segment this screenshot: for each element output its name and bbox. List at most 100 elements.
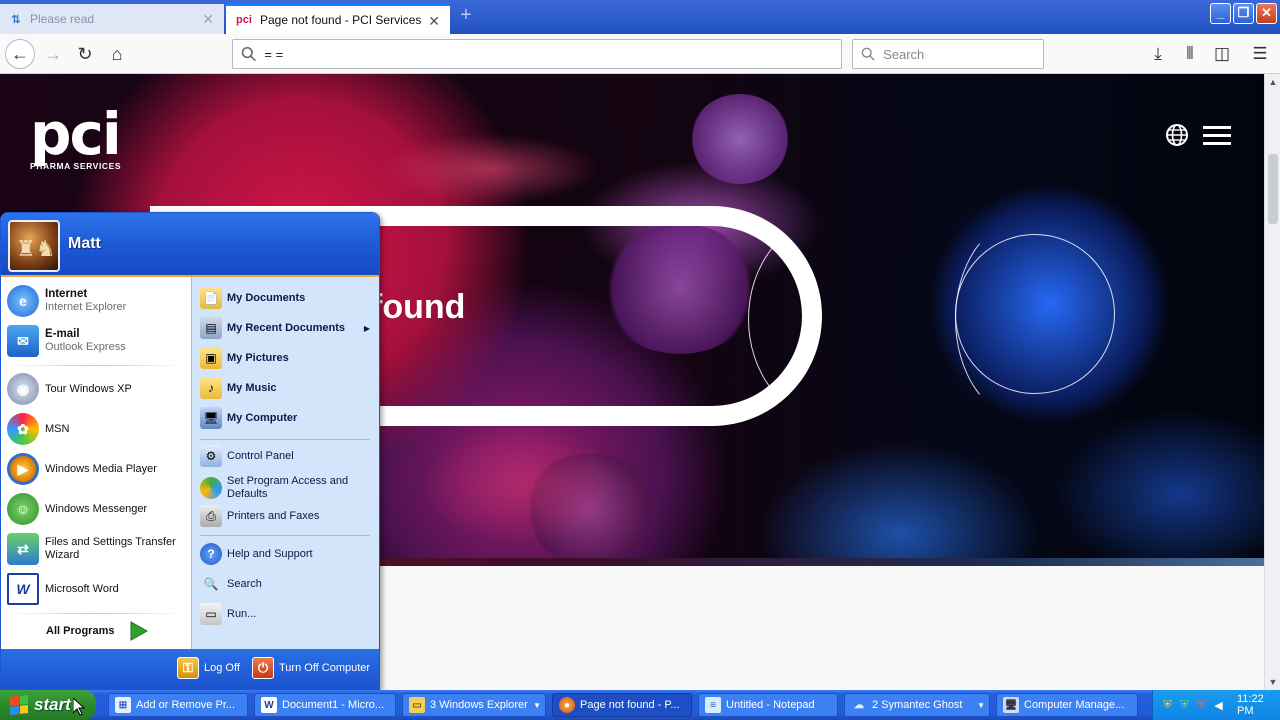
hero-shape (380, 134, 600, 204)
item-label: Search (227, 577, 262, 590)
menu-separator (9, 365, 185, 366)
folder-icon: 📄 (200, 287, 222, 309)
media-player-icon: ▶ (7, 453, 39, 485)
transfer-wizard-icon: ⇄ (7, 533, 39, 565)
start-menu: Matt e InternetInternet Explorer ✉ E-mai… (0, 212, 380, 690)
search-bar[interactable] (852, 39, 1044, 69)
start-menu-footer: ⚿ Log Off ⏻ Turn Off Computer (1, 649, 379, 689)
menu-separator (200, 439, 370, 440)
place-recent-documents[interactable]: ▤ My Recent Documents ▶ (200, 317, 378, 339)
scrollbar-thumb[interactable] (1268, 154, 1278, 224)
task-notepad[interactable]: ≡ Untitled - Notepad (698, 693, 838, 717)
run-item[interactable]: ▭ Run... (200, 603, 378, 625)
close-tab-icon[interactable]: ✕ (202, 11, 214, 28)
task-label: Document1 - Micro... (282, 699, 385, 711)
scroll-up-icon[interactable]: ▲ (1265, 74, 1280, 90)
reload-button[interactable]: ↻ (70, 39, 100, 69)
explorer-folder-icon: ▭ (409, 697, 425, 713)
pinned-email[interactable]: ✉ E-mail Outlook Express (7, 325, 189, 357)
menu-icon[interactable]: ☰ (1246, 39, 1274, 69)
place-my-documents[interactable]: 📄 My Documents (200, 287, 378, 309)
log-off-button[interactable]: ⚿ Log Off (177, 657, 240, 679)
item-label: My Computer (227, 411, 298, 424)
all-programs-button[interactable]: All Programs (46, 621, 186, 641)
recent-media-player[interactable]: ▶ Windows Media Player (7, 453, 189, 485)
submenu-arrow-icon: ▶ (363, 323, 370, 333)
new-tab-button[interactable]: + (456, 5, 476, 26)
recent-msn[interactable]: ✿ MSN (7, 413, 189, 445)
task-computer-management[interactable]: 🖥 Computer Manage... (996, 693, 1138, 717)
pinned-internet[interactable]: e Internet Internet Explorer (7, 285, 189, 317)
forward-button[interactable]: → (38, 39, 68, 69)
item-label: Help and Support (227, 547, 313, 560)
item-sublabel: Outlook Express (45, 341, 126, 353)
sidebar-icon[interactable]: ◫ (1208, 39, 1236, 69)
scroll-down-icon[interactable]: ▼ (1265, 674, 1280, 690)
messenger-icon: ☺ (7, 493, 39, 525)
item-label: E-mail (45, 328, 80, 340)
start-menu-places: 📄 My Documents ▤ My Recent Documents ▶ ▣… (191, 277, 379, 649)
user-avatar[interactable] (8, 220, 60, 272)
url-bar[interactable] (232, 39, 842, 69)
restore-button[interactable]: ❐ (1233, 3, 1254, 24)
system-control-panel[interactable]: ⚙ Control Panel (200, 445, 378, 467)
item-label: My Recent Documents (227, 321, 345, 334)
search-input[interactable] (883, 46, 1043, 62)
pictures-folder-icon: ▣ (200, 347, 222, 369)
task-windows-explorer[interactable]: ▭ 3 Windows Explorer ▼ (402, 693, 546, 717)
user-name: Matt (68, 235, 101, 252)
hamburger-menu-icon[interactable] (1203, 126, 1231, 146)
close-tab-icon[interactable]: ✕ (428, 13, 440, 30)
library-icon[interactable]: ⫴ (1176, 39, 1204, 69)
recent-transfer-wizard[interactable]: ⇄ Files and Settings Transfer Wizard (7, 533, 189, 565)
task-firefox[interactable]: ● Page not found - P... (552, 693, 692, 717)
item-label: Run... (227, 607, 257, 620)
system-program-access[interactable]: Set Program Access and Defaults (200, 475, 378, 501)
vertical-scrollbar[interactable]: ▲ ▼ (1264, 74, 1280, 690)
volume-icon[interactable]: ◀ (1212, 698, 1225, 712)
logo-mark: pci (30, 100, 122, 168)
help-and-support[interactable]: ? Help and Support (200, 543, 378, 565)
tab-favicon-icon: ⇅ (11, 13, 21, 26)
ghost-icon: ☁ (854, 699, 864, 711)
system-printers[interactable]: ⎙ Printers and Faxes (200, 505, 378, 527)
item-sublabel: Internet Explorer (45, 301, 127, 313)
task-label: Untitled - Notepad (726, 699, 815, 711)
place-my-pictures[interactable]: ▣ My Pictures (200, 347, 378, 369)
antivirus-icon[interactable]: ⛨ (1195, 698, 1208, 712)
tab-label: Page not found - PCI Services (260, 13, 422, 27)
logo-subtitle: PHARMA SERVICES (30, 161, 122, 171)
recent-tour-xp[interactable]: ◉ Tour Windows XP (7, 373, 189, 405)
close-window-button[interactable]: ✕ (1256, 3, 1277, 24)
url-input[interactable] (264, 46, 841, 62)
task-word[interactable]: W Document1 - Micro... (254, 693, 396, 717)
back-button[interactable]: ← (5, 39, 35, 69)
browser-toolbar: ← → ↻ ⌂ ⤓ ⫴ ◫ ☰ (0, 34, 1280, 74)
downloads-icon[interactable]: ⤓ (1144, 39, 1172, 69)
item-label: Printers and Faxes (227, 509, 320, 522)
pci-favicon-icon: pci (236, 14, 252, 26)
tab-page-not-found[interactable]: pci Page not found - PCI Services ✕ (226, 4, 450, 34)
pci-logo[interactable]: pci PHARMA SERVICES (30, 100, 122, 171)
turn-off-button[interactable]: ⏻ Turn Off Computer (252, 657, 370, 679)
place-my-computer[interactable]: 🖥 My Computer (200, 407, 378, 429)
globe-icon[interactable] (1165, 123, 1189, 147)
task-add-remove[interactable]: ⊞ Add or Remove Pr... (108, 693, 248, 717)
task-symantec-ghost[interactable]: ☁ 2 Symantec Ghost ▼ (844, 693, 990, 717)
run-icon: ▭ (200, 603, 222, 625)
place-my-music[interactable]: ♪ My Music (200, 377, 378, 399)
security-shield-icon[interactable]: ⛨ (1161, 698, 1174, 712)
recent-messenger[interactable]: ☺ Windows Messenger (7, 493, 189, 525)
menu-separator (9, 613, 185, 614)
home-button[interactable]: ⌂ (102, 39, 132, 69)
search-item[interactable]: 🔍 Search (200, 573, 378, 595)
tab-please-read[interactable]: ⇅ Please read ✕ (0, 4, 224, 34)
item-label: Set Program Access and Defaults (227, 475, 349, 500)
recent-word[interactable]: W Microsoft Word (7, 573, 189, 605)
network-icon[interactable]: ⛨ (1178, 698, 1191, 712)
item-label: Control Panel (227, 449, 294, 462)
computer-icon: 🖥 (200, 407, 222, 429)
minimize-button[interactable]: _ (1210, 3, 1231, 24)
item-label: Windows Media Player (45, 462, 157, 475)
decorative-ring (955, 219, 1095, 419)
